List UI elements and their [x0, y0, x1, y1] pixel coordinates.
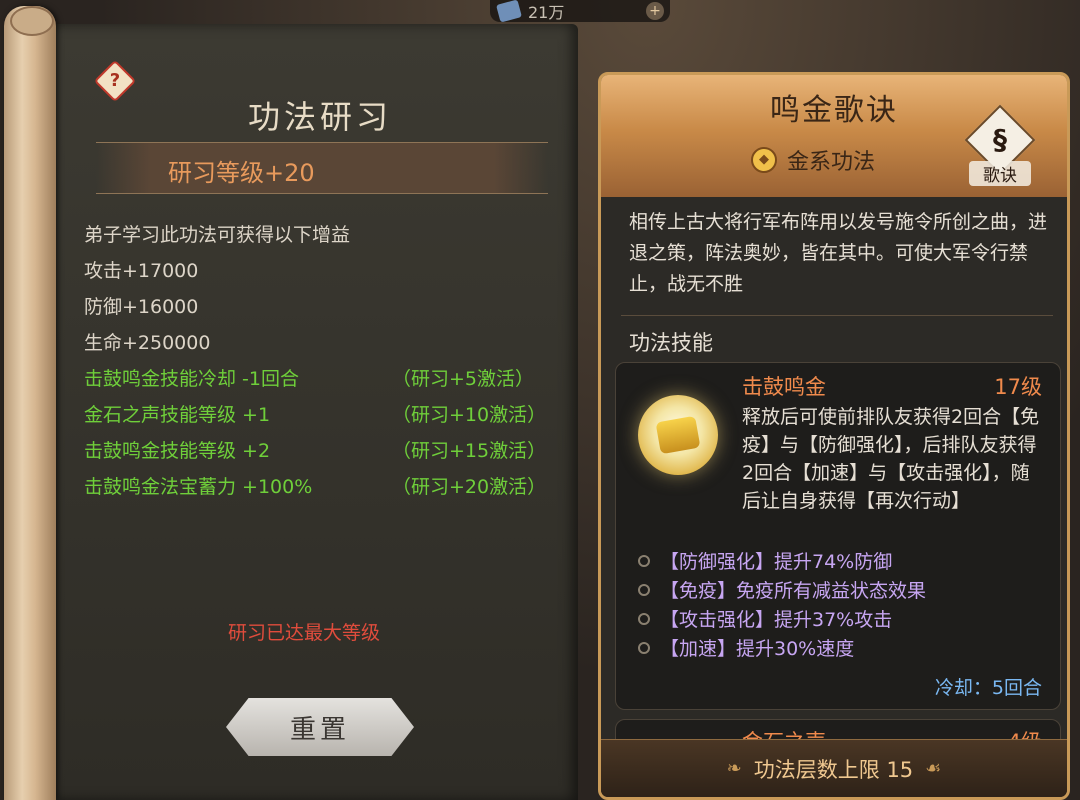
buff-text: 【攻击强化】提升37%攻击: [660, 609, 893, 631]
skill-description: 释放后可使前排队友获得2回合【免疫】与【防御强化】，后排队友获得2回合【加速】与…: [742, 406, 1040, 512]
technique-type-label: 金系功法: [787, 150, 876, 175]
buff-text: 【防御强化】提升74%防御: [660, 551, 893, 573]
drum-skill-icon: [638, 395, 718, 475]
bonus-activation: （研习+10激活）: [392, 404, 547, 426]
bullet-icon: [638, 612, 650, 625]
buff-text: 【加速】提升30%速度: [660, 638, 855, 660]
research-title: 功法研习: [247, 98, 392, 136]
scroll-rod-decoration: [4, 6, 56, 800]
skill-cooldown: 冷却：5回合: [934, 677, 1042, 699]
bonus-effect: 击鼓鸣金技能等级 +2: [84, 440, 271, 462]
research-level-text: 研习等级+20: [168, 159, 315, 187]
technique-card: 鸣金歌诀 ◆ 金系功法 § 歌诀 相传上古大将行军布阵用以发号施令所创之曲，进退…: [598, 72, 1070, 800]
song-badge: § 歌诀: [964, 104, 1036, 186]
bullet-icon: [638, 641, 650, 654]
ornament-left-icon: ❧: [726, 758, 742, 779]
currency-value: 21万: [528, 3, 565, 22]
research-level-banner: 研习等级+20: [96, 142, 548, 194]
stat-attack: 攻击+17000: [84, 260, 199, 282]
buff-item: 【防御强化】提升74%防御: [638, 547, 892, 574]
layer-limit-text: 功法层数上限 15: [753, 757, 914, 782]
divider: [621, 315, 1053, 316]
reset-button-label: 重置: [289, 714, 350, 745]
buff-item: 【加速】提升30%速度: [638, 634, 854, 661]
bonus-intro: 弟子学习此功法可获得以下增益: [84, 224, 351, 246]
bonus-effect: 金石之声技能等级 +1: [84, 404, 271, 426]
buff-item: 【免疫】免疫所有减益状态效果: [638, 576, 926, 603]
stat-defense: 防御+16000: [84, 296, 199, 318]
question-icon: ?: [109, 70, 121, 91]
drum-icon: [655, 415, 701, 455]
stat-hp: 生命+250000: [84, 332, 211, 354]
gem-icon: [496, 0, 522, 23]
bonus-activation: （研习+5激活）: [392, 368, 535, 390]
add-currency-button[interactable]: +: [646, 2, 664, 20]
reset-button[interactable]: 重置: [226, 698, 414, 756]
badge-label: 歌诀: [969, 161, 1031, 186]
metal-element-icon: ◆: [751, 147, 777, 173]
technique-type: ◆ 金系功法: [751, 141, 911, 179]
skill-entry[interactable]: 击鼓鸣金 17级 释放后可使前排队友获得2回合【免疫】与【防御强化】，后排队友获…: [615, 362, 1061, 710]
layer-limit-bar: ❧ 功法层数上限 15 ☙: [601, 739, 1067, 797]
ornament-right-icon: ☙: [925, 758, 942, 779]
scroll-glyph-icon: §: [993, 123, 1007, 156]
bonus-effect: 击鼓鸣金技能冷却 -1回合: [84, 368, 299, 390]
technique-description: 相传上古大将行军布阵用以发号施令所创之曲，进退之策，阵法奥妙，皆在其中。可使大军…: [629, 211, 1048, 295]
bonus-effect: 击鼓鸣金法宝蓄力 +100%: [84, 476, 313, 498]
skills-section-title: 功法技能: [629, 331, 713, 355]
buff-item: 【攻击强化】提升37%攻击: [638, 605, 892, 632]
currency-display: 21万 +: [490, 0, 670, 23]
skill-level: 17级: [994, 375, 1042, 399]
max-level-notice: 研习已达最大等级: [228, 622, 381, 644]
buff-text: 【免疫】免疫所有减益状态效果: [660, 580, 927, 602]
bullet-icon: [638, 583, 650, 596]
card-header: 鸣金歌诀 ◆ 金系功法 § 歌诀: [601, 75, 1067, 197]
bonus-activation: （研习+20激活）: [392, 476, 547, 498]
bullet-icon: [638, 554, 650, 567]
bonus-activation: （研习+15激活）: [392, 440, 547, 462]
skill-name: 击鼓鸣金: [742, 375, 826, 399]
